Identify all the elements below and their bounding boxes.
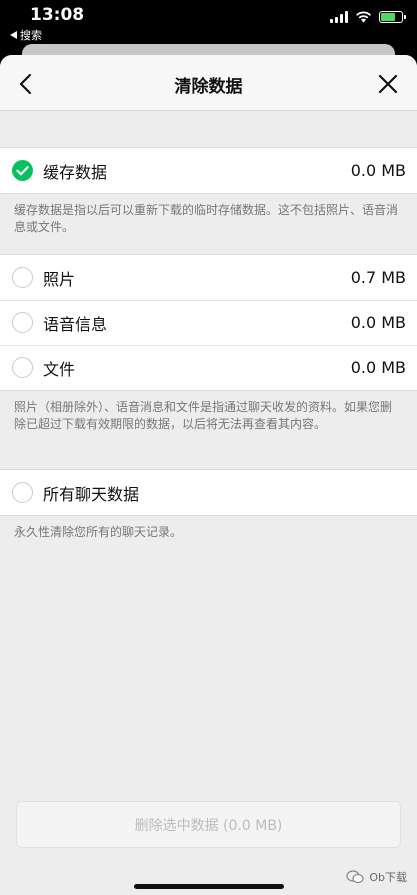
clear-data-sheet: 清除数据 缓存数据 0.0 MB 缓存数据是指以后可以重新下载的临时存储数据。这… [0, 55, 417, 895]
checkmark-icon [16, 166, 29, 176]
voice-messages-checkbox[interactable] [12, 312, 33, 333]
files-note: 照片（相册除外）、语音消息和文件是指通过聊天收发的资料。如果您删除已超过下载有效… [14, 400, 393, 431]
navigation-bar: 清除数据 [0, 55, 417, 111]
battery-icon [379, 11, 406, 23]
voice-messages-option[interactable]: 语音信息 0.0 MB [0, 300, 417, 345]
watermark-text: Ob下载 [369, 871, 407, 884]
close-icon[interactable] [375, 71, 401, 97]
status-bar: 13:08 搜索 [0, 0, 417, 44]
all-chat-data-checkbox[interactable] [12, 482, 33, 503]
cache-group: 缓存数据 0.0 MB [0, 147, 417, 194]
all-chat-data-label: 所有聊天数据 [43, 484, 140, 504]
signal-icon [330, 11, 348, 23]
home-indicator[interactable] [134, 884, 284, 889]
files-option[interactable]: 文件 0.0 MB [0, 345, 417, 390]
files-label: 文件 [43, 359, 76, 379]
cache-checkbox[interactable] [12, 160, 33, 181]
watermark: Ob下载 [346, 869, 407, 885]
files-size: 0.0 MB [350, 358, 406, 377]
photos-label: 照片 [43, 269, 76, 289]
back-to-app-link[interactable]: 搜索 [10, 27, 42, 43]
page-title: 清除数据 [174, 77, 243, 97]
files-checkbox[interactable] [12, 357, 33, 378]
cache-note: 缓存数据是指以后可以重新下载的临时存储数据。这不包括照片、语音消息或文件。 [14, 203, 399, 234]
chat-group: 所有聊天数据 [0, 469, 417, 516]
back-triangle-icon [10, 31, 17, 39]
photos-checkbox[interactable] [12, 267, 33, 288]
wifi-icon [356, 11, 371, 23]
cache-label: 缓存数据 [43, 162, 108, 182]
files-group: 照片 0.7 MB 语音信息 0.0 MB 文件 0.0 MB [0, 254, 417, 391]
voice-messages-size: 0.0 MB [350, 313, 406, 332]
voice-messages-label: 语音信息 [43, 314, 108, 334]
chat-bubble-icon [346, 870, 364, 884]
chat-note: 永久性清除您所有的聊天记录。 [14, 525, 183, 539]
photos-option[interactable]: 照片 0.7 MB [0, 255, 417, 300]
back-to-app-label: 搜索 [20, 29, 42, 42]
status-time: 13:08 [30, 5, 85, 25]
clear-selected-button[interactable]: 删除选中数据 (0.0 MB) [16, 801, 401, 848]
cache-size: 0.0 MB [350, 161, 406, 180]
all-chat-data-option[interactable]: 所有聊天数据 [0, 470, 417, 515]
photos-size: 0.7 MB [350, 268, 406, 287]
status-indicators [330, 11, 406, 23]
cache-data-option[interactable]: 缓存数据 0.0 MB [0, 148, 417, 193]
